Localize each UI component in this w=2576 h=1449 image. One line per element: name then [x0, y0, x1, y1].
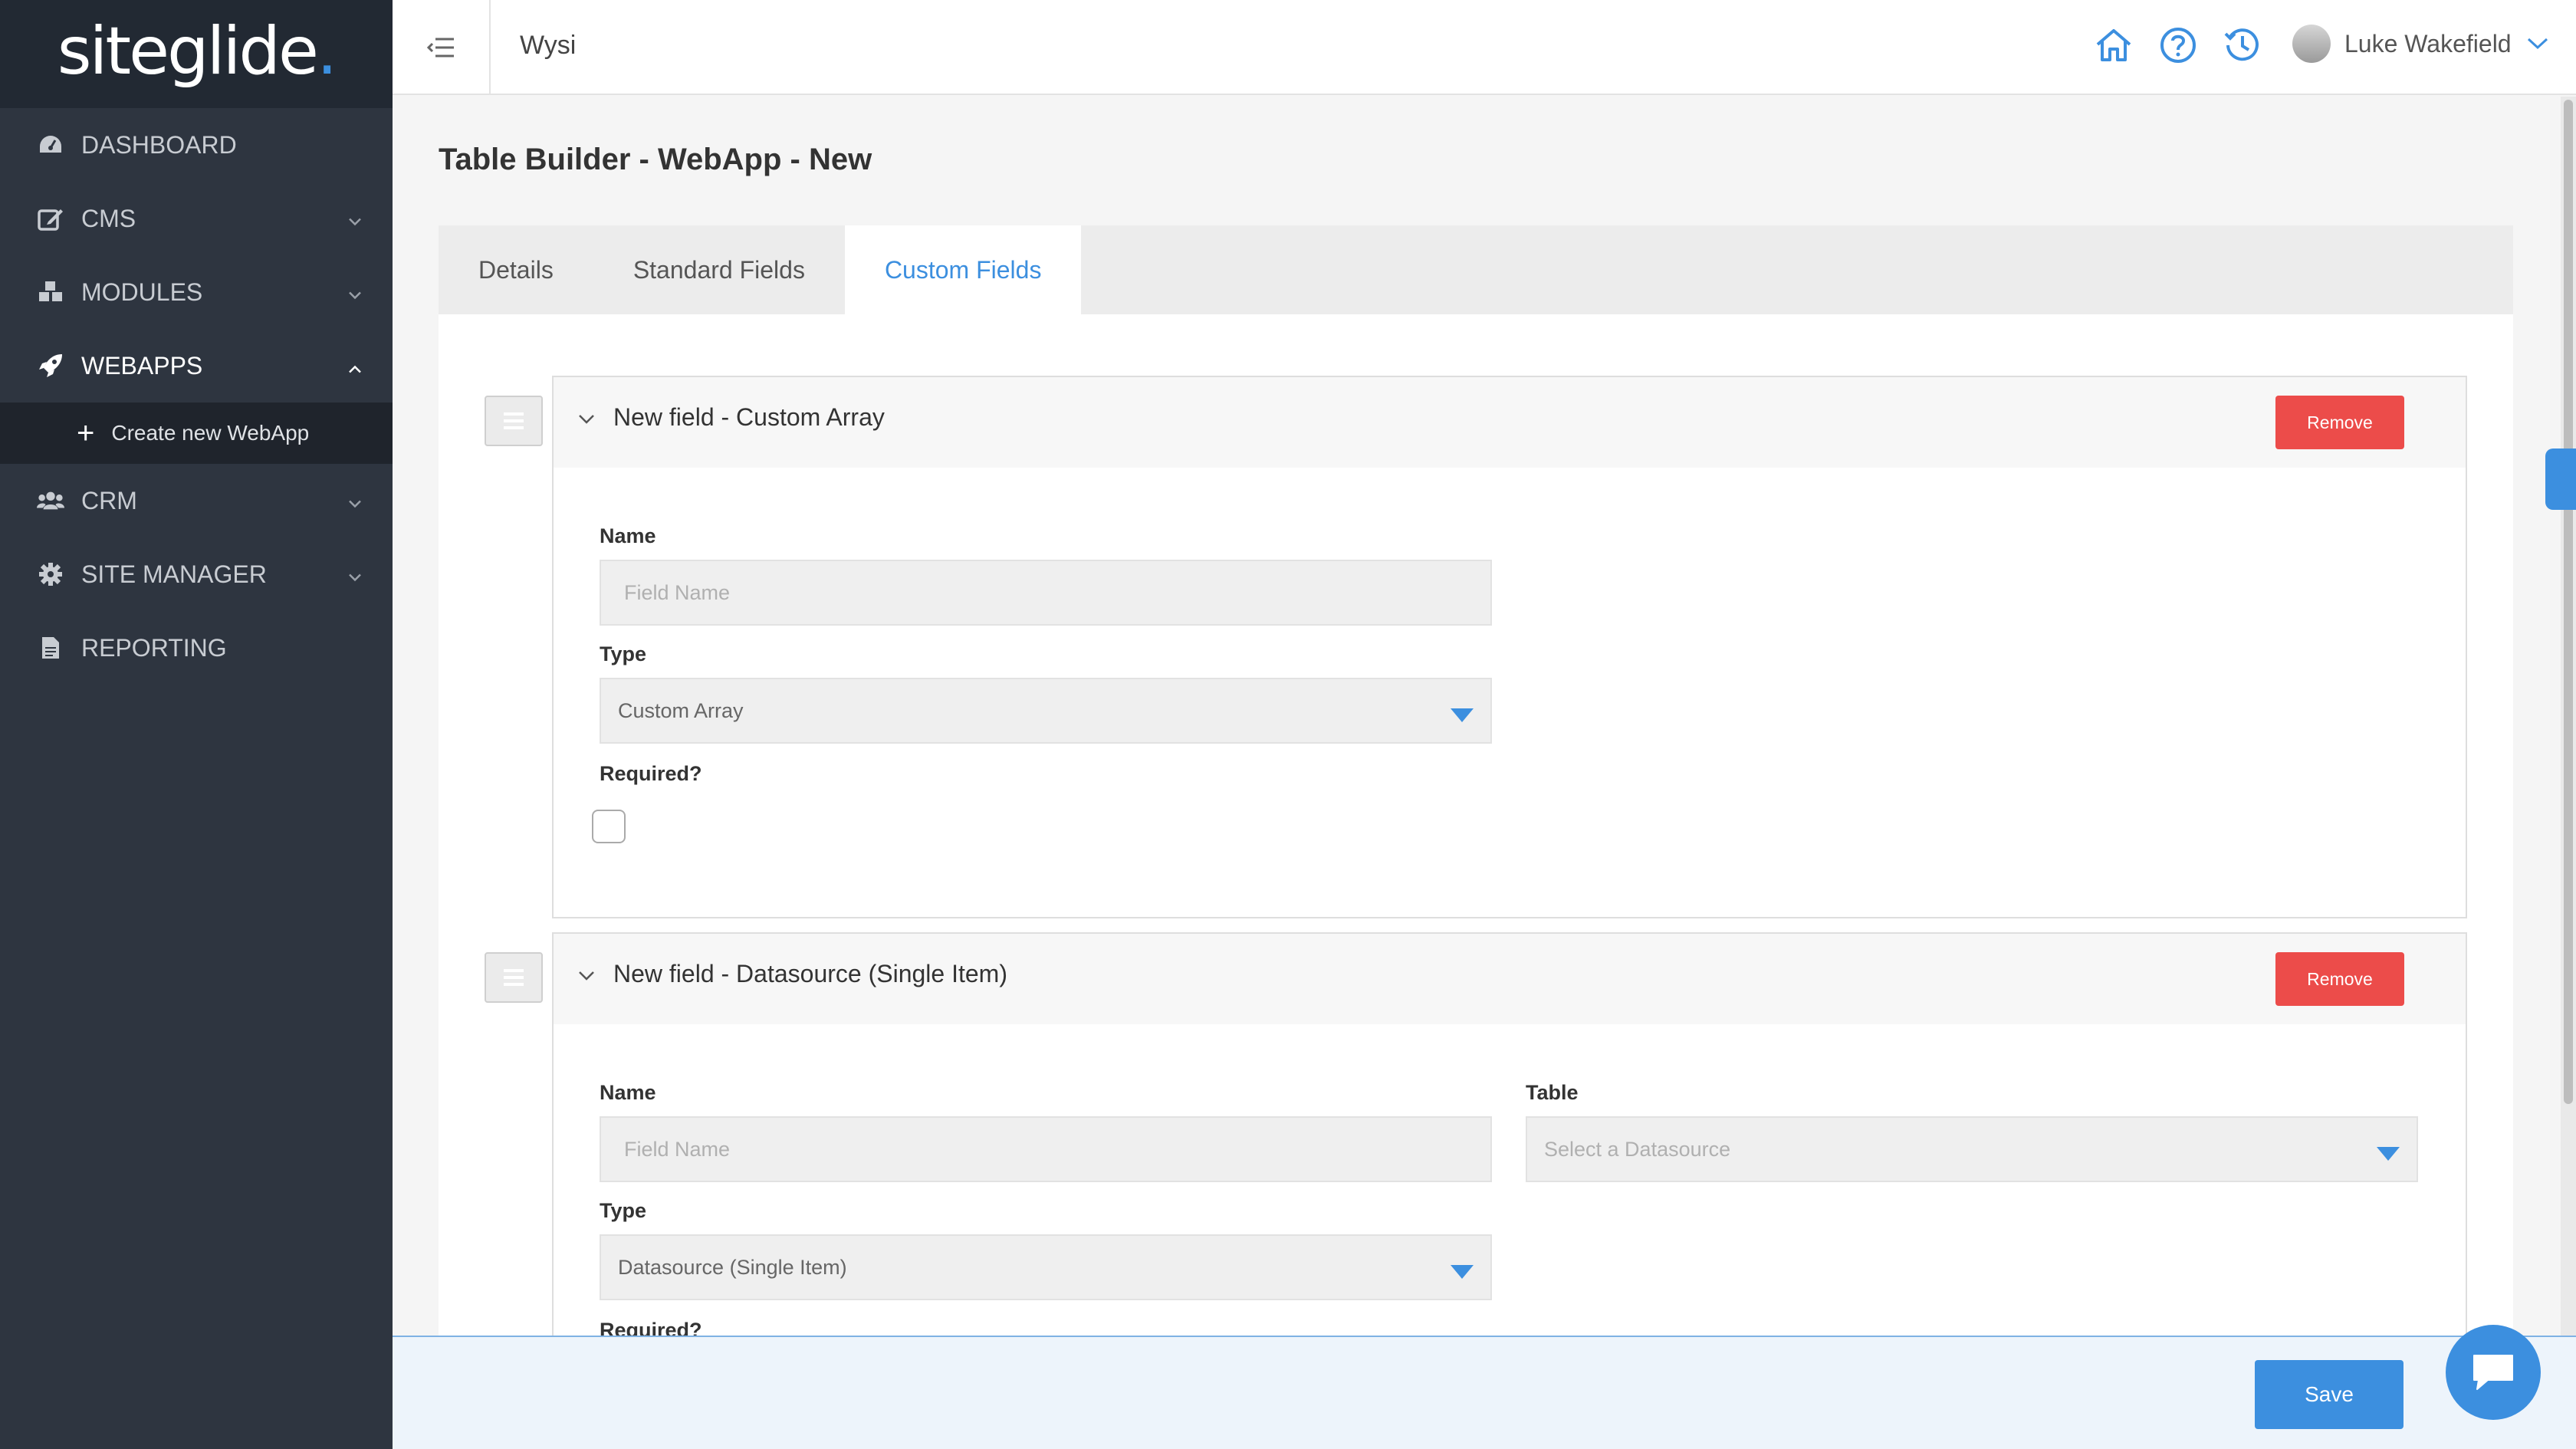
- nav-label-crm: CRM: [81, 486, 137, 514]
- required-checkbox[interactable]: [592, 810, 626, 843]
- logo-area[interactable]: siteglide.: [0, 0, 393, 108]
- sub-item-label: Create new WebApp: [111, 421, 310, 445]
- field-card-datasource: New field - Datasource (Single Item) Rem…: [552, 932, 2467, 1362]
- remove-button[interactable]: Remove: [2275, 952, 2404, 1006]
- save-button[interactable]: Save: [2255, 1360, 2404, 1429]
- nav-label-cms: CMS: [81, 204, 136, 232]
- nav-item-modules[interactable]: MODULES: [0, 255, 393, 329]
- avatar: [2292, 25, 2331, 63]
- chevron-up-icon: [348, 352, 362, 380]
- user-menu[interactable]: Luke Wakefield: [2292, 25, 2548, 63]
- remove-button[interactable]: Remove: [2275, 396, 2404, 449]
- table-label: Table: [1526, 1081, 1579, 1104]
- dropdown-arrow-icon: [1451, 708, 1474, 722]
- user-name: Luke Wakefield: [2344, 29, 2512, 58]
- nav-label-dashboard: DASHBOARD: [81, 130, 237, 159]
- gauge-icon: [37, 131, 64, 159]
- nav-label-reporting: REPORTING: [81, 633, 227, 662]
- siteglide-logo: siteglide.: [57, 12, 338, 90]
- chevron-down-icon: [348, 560, 362, 589]
- field-name-input[interactable]: Field Name: [600, 1116, 1492, 1182]
- main-content: Table Builder - WebApp - New Details Sta…: [393, 95, 2564, 1362]
- table-select-placeholder: Select a Datasource: [1544, 1137, 1731, 1161]
- tab-bar: Details Standard Fields Custom Fields: [439, 225, 2513, 314]
- tab-custom-fields[interactable]: Custom Fields: [844, 225, 1082, 314]
- drag-handle[interactable]: [485, 396, 543, 446]
- custom-fields-panel: New field - Custom Array Remove Name Fie…: [439, 314, 2513, 1362]
- type-select[interactable]: Datasource (Single Item): [600, 1234, 1492, 1300]
- chevron-down-icon: [348, 278, 362, 307]
- type-label: Type: [600, 642, 647, 665]
- bars-icon: [504, 412, 524, 429]
- help-icon[interactable]: [2157, 25, 2199, 66]
- chevron-down-icon[interactable]: [578, 971, 595, 985]
- field-title: New field - Datasource (Single Item): [613, 960, 1007, 987]
- chat-button[interactable]: [2446, 1325, 2541, 1420]
- sidebar: siteglide. DASHBOARD CMS MODULES WEBAPPS…: [0, 0, 393, 1449]
- menu-collapse-icon: [426, 38, 454, 58]
- chevron-down-icon: [2527, 38, 2548, 50]
- dropdown-arrow-icon: [2377, 1147, 2400, 1161]
- nav-label-site-manager: SITE MANAGER: [81, 560, 267, 588]
- field-name-input[interactable]: Field Name: [600, 560, 1492, 626]
- field-card-custom-array: New field - Custom Array Remove Name Fie…: [552, 376, 2467, 918]
- page-title: Table Builder - WebApp - New: [439, 143, 872, 176]
- bars-icon: [504, 969, 524, 986]
- file-icon: [37, 634, 64, 662]
- page-scrollbar[interactable]: [2561, 97, 2576, 1336]
- top-bar: Wysi Luke Wakefield: [393, 0, 2576, 95]
- main-nav: DASHBOARD CMS MODULES WEBAPPS + Create n: [0, 108, 393, 685]
- type-select-value: Datasource (Single Item): [618, 1255, 847, 1279]
- sidebar-sub-item-create-webapp[interactable]: + Create new WebApp: [0, 402, 393, 464]
- nav-item-site-manager[interactable]: SITE MANAGER: [0, 537, 393, 611]
- nav-item-cms[interactable]: CMS: [0, 182, 393, 255]
- nav-item-dashboard[interactable]: DASHBOARD: [0, 108, 393, 182]
- type-select[interactable]: Custom Array: [600, 678, 1492, 744]
- edit-icon: [37, 205, 64, 232]
- sidebar-toggle-button[interactable]: [393, 0, 491, 95]
- nav-label-modules: MODULES: [81, 278, 203, 306]
- history-icon[interactable]: [2222, 25, 2263, 66]
- name-label: Name: [600, 1081, 656, 1104]
- home-icon[interactable]: [2093, 25, 2134, 66]
- chevron-down-icon: [348, 205, 362, 233]
- gear-icon: [37, 560, 64, 588]
- name-label: Name: [600, 524, 656, 547]
- type-label: Type: [600, 1199, 647, 1222]
- chevron-down-icon: [348, 487, 362, 515]
- field-title: New field - Custom Array: [613, 403, 885, 431]
- chat-icon: [2473, 1355, 2513, 1390]
- nav-item-crm[interactable]: CRM: [0, 464, 393, 537]
- footer-bar: Save: [393, 1336, 2576, 1449]
- nav-item-webapps[interactable]: WEBAPPS: [0, 329, 393, 402]
- tab-details[interactable]: Details: [439, 225, 593, 314]
- users-icon: [37, 487, 64, 514]
- tab-standard-fields[interactable]: Standard Fields: [593, 225, 845, 314]
- site-name[interactable]: Wysi: [520, 31, 576, 61]
- rocket-icon: [37, 352, 64, 380]
- chevron-down-icon[interactable]: [578, 414, 595, 429]
- required-label: Required?: [600, 762, 702, 785]
- field-card-header[interactable]: New field - Datasource (Single Item) Rem…: [554, 934, 2466, 1024]
- drag-handle[interactable]: [485, 952, 543, 1003]
- side-feedback-tab[interactable]: [2545, 449, 2576, 510]
- dropdown-arrow-icon: [1451, 1265, 1474, 1279]
- field-card-header[interactable]: New field - Custom Array Remove: [554, 377, 2466, 468]
- top-icons: [2093, 25, 2263, 66]
- scrollbar-thumb[interactable]: [2564, 100, 2573, 1104]
- cubes-icon: [37, 278, 64, 306]
- type-select-value: Custom Array: [618, 698, 744, 722]
- table-select[interactable]: Select a Datasource: [1526, 1116, 2418, 1182]
- nav-item-reporting[interactable]: REPORTING: [0, 611, 393, 685]
- plus-icon: +: [77, 416, 95, 450]
- nav-label-webapps: WEBAPPS: [81, 351, 203, 380]
